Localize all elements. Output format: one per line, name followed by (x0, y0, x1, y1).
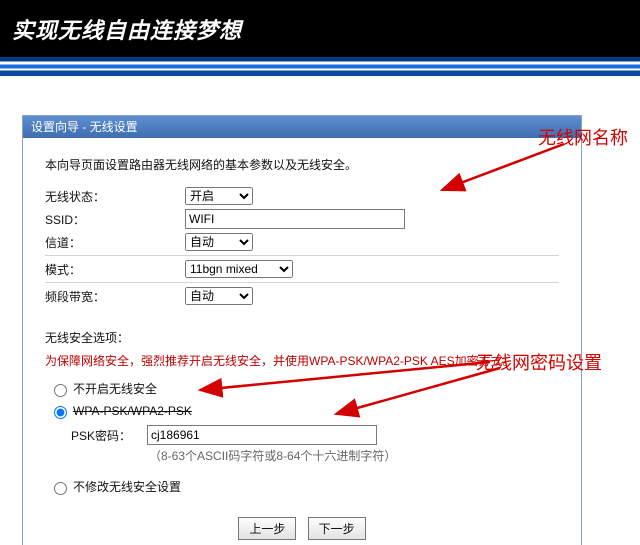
radio-row-wpa: WPA-PSK/WPA2-PSK (49, 403, 559, 419)
label-channel: 信道： (45, 234, 185, 251)
row-ssid: SSID： (45, 209, 559, 229)
separator (45, 255, 559, 256)
intro-text: 本向导页面设置路由器无线网络的基本参数以及无线安全。 (45, 156, 559, 173)
label-status: 无线状态： (45, 188, 185, 205)
input-psk[interactable] (147, 425, 377, 445)
row-bandwidth: 频段带宽： 自动 (45, 287, 559, 305)
button-bar: 上一步 下一步 (45, 517, 559, 540)
app-stage: 实现无线自由连接梦想 设置向导 - 无线设置 本向导页面设置路由器无线网络的基本… (0, 0, 640, 545)
next-button[interactable]: 下一步 (308, 517, 366, 540)
radio-row-keep: 不修改无线安全设置 (49, 478, 559, 495)
label-bandwidth: 频段带宽： (45, 288, 185, 305)
select-channel[interactable]: 自动 (185, 233, 253, 251)
psk-label: PSK密码： (71, 427, 147, 444)
security-header: 无线安全选项： (45, 329, 559, 346)
radio-none-label: 不开启无线安全 (73, 380, 157, 397)
prev-button[interactable]: 上一步 (238, 517, 296, 540)
separator (45, 282, 559, 283)
select-mode[interactable]: 11bgn mixed (185, 260, 293, 278)
row-channel: 信道： 自动 (45, 233, 559, 251)
security-note: 为保障网络安全，强烈推荐开启无线安全，并使用WPA-PSK/WPA2-PSK A… (45, 352, 559, 370)
card-body: 本向导页面设置路由器无线网络的基本参数以及无线安全。 无线状态： 开启 SSID… (23, 138, 581, 545)
label-mode: 模式： (45, 261, 185, 278)
wizard-card: 设置向导 - 无线设置 本向导页面设置路由器无线网络的基本参数以及无线安全。 无… (22, 115, 582, 545)
row-status: 无线状态： 开启 (45, 187, 559, 205)
select-status[interactable]: 开启 (185, 187, 253, 205)
card-title: 设置向导 - 无线设置 (23, 116, 581, 138)
input-ssid[interactable] (185, 209, 405, 229)
label-ssid: SSID： (45, 211, 185, 228)
top-banner: 实现无线自由连接梦想 (0, 0, 640, 57)
row-mode: 模式： 11bgn mixed (45, 260, 559, 278)
radio-keep[interactable] (54, 482, 67, 495)
banner-slogan: 实现无线自由连接梦想 (12, 13, 242, 45)
radio-wpa[interactable] (54, 406, 67, 419)
banner-stripe (0, 57, 640, 76)
radio-wpa-label: WPA-PSK/WPA2-PSK (73, 404, 192, 418)
radio-row-none: 不开启无线安全 (49, 380, 559, 397)
psk-hint: （8-63个ASCII码字符或8-64个十六进制字符） (149, 447, 559, 464)
psk-row: PSK密码： (71, 425, 559, 445)
radio-keep-label: 不修改无线安全设置 (73, 478, 181, 495)
radio-none[interactable] (54, 384, 67, 397)
select-bandwidth[interactable]: 自动 (185, 287, 253, 305)
